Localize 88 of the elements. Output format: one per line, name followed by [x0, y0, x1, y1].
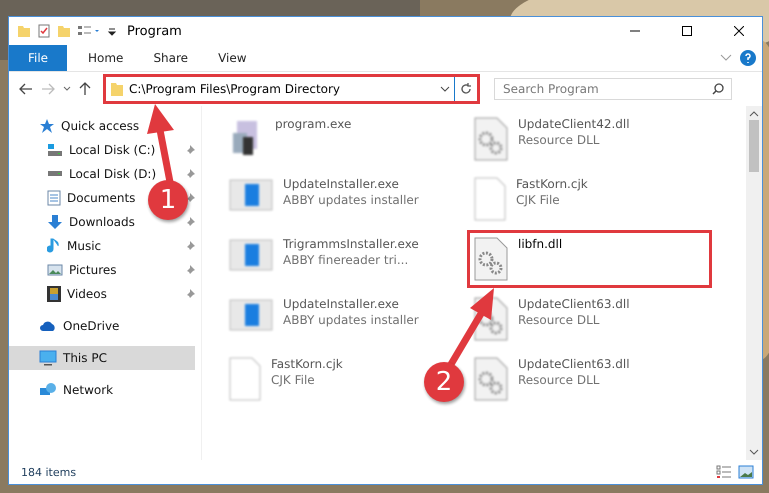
file-item[interactable]: program.exe	[222, 110, 358, 168]
monitor-icon	[39, 350, 57, 366]
file-item[interactable]: TrigrammsInstaller.exe ABBY finereader tri...	[222, 230, 426, 280]
file-item[interactable]: UpdateInstaller.exe ABBY updates installer	[222, 170, 426, 220]
folder-icon	[17, 24, 31, 38]
installer-icon	[229, 297, 273, 333]
large-icons-view-icon[interactable]	[738, 465, 754, 479]
file-type: CJK File	[516, 193, 561, 207]
gear-file-icon	[474, 117, 508, 161]
file-type: ABBY updates installer	[283, 193, 419, 207]
sidebar-item[interactable]: Pictures	[9, 258, 117, 282]
installer-icon	[229, 237, 273, 273]
pin-icon	[185, 289, 195, 299]
sidebar-item[interactable]: Network	[9, 378, 114, 402]
file-item[interactable]: UpdateClient63.dll Resource DLL	[467, 350, 637, 408]
maximize-icon	[682, 26, 692, 36]
file-item[interactable]: UpdateClient42.dll Resource DLL	[467, 110, 637, 168]
scroll-down-icon[interactable]	[749, 448, 759, 456]
back-arrow-icon[interactable]	[17, 81, 35, 97]
file-type: Resource DLL	[518, 133, 600, 147]
picture-icon	[47, 263, 63, 277]
file-name: UpdateInstaller.exe	[283, 177, 400, 191]
file-name: TrigrammsInstaller.exe	[283, 237, 419, 251]
item-count: 184 items	[21, 466, 78, 478]
view-options-icon[interactable]	[77, 24, 101, 38]
star-icon	[39, 118, 55, 134]
ribbon-tab[interactable]: Share	[138, 45, 204, 71]
folder-icon	[110, 81, 124, 97]
scrollbar-thumb[interactable]	[749, 120, 759, 172]
pin-icon	[185, 145, 195, 155]
file-item[interactable]: FastKorn.cjk CJK File	[222, 350, 350, 408]
help-icon[interactable]	[740, 50, 756, 66]
pin-icon	[185, 265, 195, 275]
installer-icon	[229, 177, 273, 213]
cloud-icon	[39, 320, 57, 332]
ribbon-tab[interactable]: View	[203, 45, 262, 71]
up-arrow-icon[interactable]	[77, 80, 93, 98]
sidebar-item[interactable]: Quick access	[9, 114, 140, 138]
document-icon	[47, 190, 61, 206]
download-arrow-icon	[47, 214, 63, 230]
window-title: Program	[127, 24, 183, 38]
sidebar-item[interactable]: OneDrive	[9, 314, 120, 338]
file-name: UpdateClient63.dll	[518, 357, 630, 371]
blank-file-icon	[474, 177, 506, 221]
music-note-icon	[47, 238, 61, 254]
file-menu-button[interactable]: File	[9, 45, 67, 71]
file-name: UpdateInstaller.exe	[283, 297, 400, 311]
drive-icon	[47, 143, 63, 157]
file-type: Resource DLL	[518, 373, 600, 387]
sidebar-item[interactable]: Videos	[9, 282, 107, 306]
search-field[interactable]: Search Program	[494, 78, 732, 100]
scroll-up-icon[interactable]	[749, 110, 759, 118]
ribbon-tab[interactable]: Home	[73, 45, 138, 71]
sidebar-item[interactable]: Music	[9, 234, 102, 258]
file-name: FastKorn.cjk	[516, 177, 588, 191]
close-icon	[734, 26, 744, 36]
pin-icon	[185, 217, 195, 227]
drive-icon	[47, 171, 63, 177]
file-item[interactable]: libfn.dll	[467, 230, 712, 288]
pin-icon	[185, 169, 195, 179]
film-icon	[47, 286, 61, 302]
properties-icon[interactable]	[37, 24, 51, 38]
address-bar[interactable]: C:\Program Files\Program Directory	[103, 74, 480, 104]
file-type: ABBY finereader tri...	[283, 253, 410, 267]
file-type: ABBY updates installer	[283, 313, 419, 327]
sidebar-item[interactable]: Downloads	[9, 210, 135, 234]
vertical-scrollbar[interactable]	[746, 106, 762, 460]
file-name: libfn.dll	[518, 237, 562, 251]
search-icon	[712, 83, 724, 95]
dropdown-caret-icon[interactable]	[440, 86, 450, 92]
pin-icon	[185, 193, 195, 203]
file-item[interactable]: FastKorn.cjk CJK File	[467, 170, 595, 228]
file-name: program.exe	[275, 117, 352, 131]
file-item[interactable]: UpdateInstaller.exe ABBY updates installer	[222, 290, 426, 340]
sidebar-item[interactable]: This PC	[9, 346, 195, 370]
sidebar-item[interactable]: Documents	[9, 186, 136, 210]
blank-file-icon	[229, 357, 261, 401]
file-type: Resource DLL	[518, 313, 600, 327]
file-name: FastKorn.cjk	[271, 357, 343, 371]
network-icon	[39, 382, 57, 398]
file-name: UpdateClient63.dll	[518, 297, 630, 311]
file-name: UpdateClient42.dll	[518, 117, 630, 131]
details-view-icon[interactable]	[716, 465, 732, 479]
gear-file-icon	[474, 237, 508, 281]
pin-icon	[185, 241, 195, 251]
file-type: CJK File	[271, 373, 316, 387]
gear-file-icon	[474, 357, 508, 401]
sidebar-item[interactable]: Local Disk (C:)	[9, 138, 156, 162]
